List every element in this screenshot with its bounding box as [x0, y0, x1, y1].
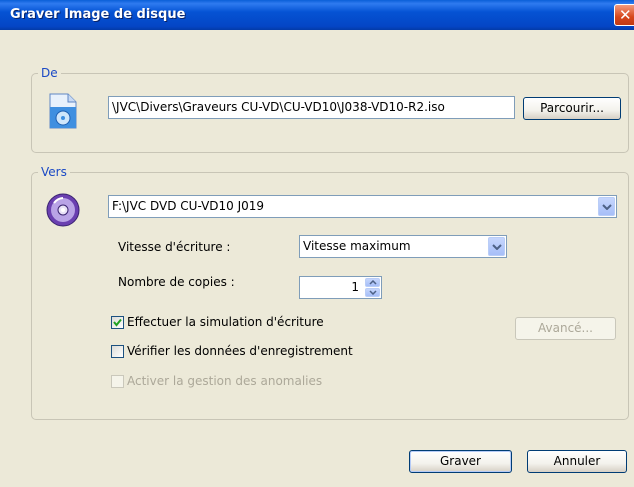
copies-stepper[interactable]: 1 — [299, 276, 382, 299]
defect-management-label[interactable]: Activer la gestion des anomalies — [127, 374, 322, 388]
drive-select[interactable]: F:\JVC DVD CU-VD10 J019 — [108, 195, 617, 218]
simulate-checkbox[interactable] — [111, 316, 124, 329]
simulate-label[interactable]: Effectuer la simulation d'écriture — [127, 315, 324, 329]
verify-label[interactable]: Vérifier les données d'enregistrement — [127, 344, 353, 358]
check-icon — [113, 318, 122, 327]
source-path-field[interactable]: \JVC\Divers\Graveurs CU-VD\CU-VD10\J038-… — [108, 96, 515, 119]
speed-label: Vitesse d'écriture : — [118, 240, 231, 254]
copies-value: 1 — [351, 280, 359, 294]
browse-button[interactable]: Parcourir... — [523, 97, 621, 120]
source-group-label: De — [38, 66, 61, 80]
disc-icon — [46, 193, 80, 227]
copies-label: Nombre de copies : — [118, 275, 235, 289]
window-title: Graver Image de disque — [10, 7, 186, 22]
defect-management-checkbox[interactable] — [111, 375, 124, 388]
disc-image-file-icon — [48, 93, 78, 129]
chevron-down-icon[interactable] — [598, 197, 615, 216]
advanced-button[interactable]: Avancé... — [515, 317, 616, 340]
close-icon: ✕ — [619, 6, 632, 24]
chevron-down-icon[interactable] — [488, 237, 505, 256]
burn-disc-image-dialog: Graver Image de disque ✕ De \JVC\Divers\… — [0, 0, 634, 487]
speed-select-value: Vitesse maximum — [303, 239, 411, 253]
destination-group-label: Vers — [38, 165, 70, 179]
close-button[interactable]: ✕ — [614, 4, 634, 26]
source-path-text: \JVC\Divers\Graveurs CU-VD\CU-VD10\J038-… — [112, 100, 445, 114]
spin-buttons[interactable] — [365, 278, 380, 297]
speed-select[interactable]: Vitesse maximum — [299, 235, 507, 258]
title-bar[interactable]: Graver Image de disque ✕ — [0, 0, 634, 30]
cancel-button[interactable]: Annuler — [527, 450, 627, 473]
drive-select-value: F:\JVC DVD CU-VD10 J019 — [112, 199, 265, 213]
spin-up-button[interactable] — [365, 278, 380, 287]
verify-checkbox[interactable] — [111, 345, 124, 358]
burn-button[interactable]: Graver — [409, 450, 512, 473]
spin-down-button[interactable] — [365, 288, 380, 297]
